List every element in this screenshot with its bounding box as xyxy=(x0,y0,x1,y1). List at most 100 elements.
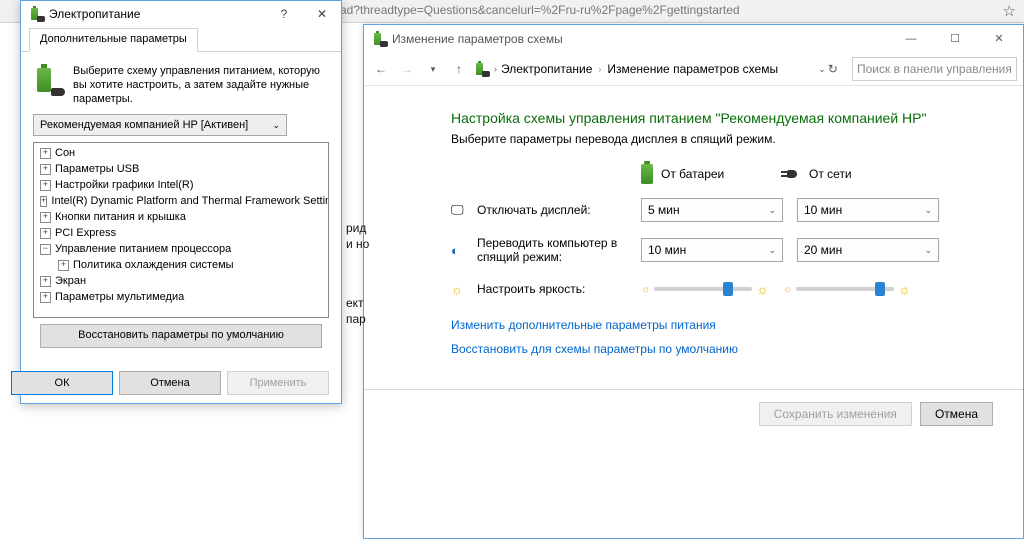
page-subheading: Выберите параметры перевода дисплея в сп… xyxy=(451,132,983,146)
select-value: 20 мин xyxy=(804,243,842,257)
dialog-footer: Сохранить изменения Отмена xyxy=(364,389,1023,438)
cancel-button[interactable]: Отмена xyxy=(920,402,993,426)
brightness-high-icon: ☼ xyxy=(898,281,911,297)
breadcrumb-power-options[interactable]: Электропитание xyxy=(501,62,592,76)
row-turn-off-display-label: Отключать дисплей: xyxy=(477,203,641,217)
tree-node-intel-graphics[interactable]: +Настройки графики Intel(R) xyxy=(36,177,326,193)
refresh-button[interactable]: ↻ xyxy=(828,62,838,76)
nav-history-button[interactable]: ▾ xyxy=(422,58,444,80)
explorer-navbar: ← → ▾ ↑ › Электропитание › Изменение пар… xyxy=(364,53,1023,86)
plug-icon xyxy=(781,168,801,180)
expand-icon[interactable]: + xyxy=(40,292,51,303)
expand-icon[interactable]: + xyxy=(40,196,47,207)
select-value: 10 мин xyxy=(804,203,842,217)
chevron-down-icon: ⌄ xyxy=(768,205,776,216)
tree-node-intel-dptf[interactable]: +Intel(R) Dynamic Platform and Thermal F… xyxy=(36,193,326,209)
save-changes-button: Сохранить изменения xyxy=(759,402,912,426)
display-icon: 🖵 xyxy=(451,202,471,218)
page-heading: Настройка схемы управления питанием "Рек… xyxy=(451,110,983,126)
select-value: Рекомендуемая компанией HP [Активен] xyxy=(40,119,248,131)
close-button[interactable]: ✕ xyxy=(977,25,1021,53)
close-button[interactable]: ✕ xyxy=(303,1,341,27)
chevron-down-icon: ⌄ xyxy=(924,205,932,216)
brightness-battery-slider[interactable]: ☼ ☼ xyxy=(641,278,769,300)
tree-node-display[interactable]: +Экран xyxy=(36,273,326,289)
expand-icon[interactable]: + xyxy=(40,148,51,159)
brightness-low-icon: ☼ xyxy=(783,284,792,295)
brightness-icon: ☼ xyxy=(451,282,471,297)
apply-button: Применить xyxy=(227,371,329,395)
chevron-right-icon: › xyxy=(598,64,601,74)
expand-icon[interactable]: + xyxy=(40,276,51,287)
chevron-down-icon: ⌄ xyxy=(272,120,280,131)
occluded-text: рид xyxy=(346,221,366,235)
brightness-high-icon: ☼ xyxy=(756,281,769,297)
window-titlebar[interactable]: Изменение параметров схемы — ☐ ✕ xyxy=(364,25,1023,53)
edit-plan-window: Изменение параметров схемы — ☐ ✕ ← → ▾ ↑… xyxy=(363,24,1024,539)
dialog-description: Выберите схему управления питанием, кото… xyxy=(73,64,329,106)
expand-icon[interactable]: + xyxy=(40,212,51,223)
expand-icon[interactable]: + xyxy=(40,228,51,239)
power-options-app-icon xyxy=(372,31,388,47)
nav-forward-button[interactable]: → xyxy=(396,58,418,80)
nav-back-button[interactable]: ← xyxy=(370,58,392,80)
tabstrip: Дополнительные параметры xyxy=(21,27,341,52)
window-title: Изменение параметров схемы xyxy=(392,32,889,46)
nav-up-button[interactable]: ↑ xyxy=(448,58,470,80)
brightness-low-icon: ☼ xyxy=(641,284,650,295)
sleep-icon: ◐ xyxy=(451,243,471,258)
restore-plan-defaults-button[interactable]: Восстановить параметры по умолчанию xyxy=(40,324,322,348)
dialog-titlebar[interactable]: Электропитание ? ✕ xyxy=(21,1,341,27)
select-value: 10 мин xyxy=(648,243,686,257)
tree-node-cooling-policy[interactable]: +Политика охлаждения системы xyxy=(36,257,326,273)
browser-url-fragment: ad?threadtype=Questions&cancelurl=%2Fru-… xyxy=(340,3,740,17)
change-advanced-link[interactable]: Изменить дополнительные параметры питани… xyxy=(451,318,983,332)
settings-tree[interactable]: +Сон +Параметры USB +Настройки графики I… xyxy=(33,142,329,318)
help-button[interactable]: ? xyxy=(265,1,303,27)
collapse-icon[interactable]: − xyxy=(40,244,51,255)
occluded-text: пар xyxy=(346,312,366,326)
restore-defaults-link[interactable]: Восстановить для схемы параметры по умол… xyxy=(451,342,983,356)
bookmark-star-icon[interactable]: ☆ xyxy=(1003,2,1016,20)
power-options-large-icon xyxy=(33,64,65,96)
breadcrumb-edit-plan[interactable]: Изменение параметров схемы xyxy=(607,62,778,76)
advanced-power-options-dialog: Электропитание ? ✕ Дополнительные параме… xyxy=(20,0,342,404)
tree-node-processor-power[interactable]: −Управление питанием процессора xyxy=(36,241,326,257)
expand-icon[interactable]: + xyxy=(40,164,51,175)
dialog-footer: ОК Отмена Применить xyxy=(21,371,341,395)
chevron-down-icon: ⌄ xyxy=(924,245,932,256)
address-dropdown-button[interactable]: ⌄ xyxy=(818,64,826,75)
expand-icon[interactable]: + xyxy=(58,260,69,271)
occluded-text: и но xyxy=(346,237,369,251)
tree-node-usb[interactable]: +Параметры USB xyxy=(36,161,326,177)
tree-node-multimedia[interactable]: +Параметры мультимедиа xyxy=(36,289,326,305)
chevron-down-icon: ⌄ xyxy=(768,245,776,256)
tab-advanced-settings[interactable]: Дополнительные параметры xyxy=(29,28,198,52)
ok-button[interactable]: ОК xyxy=(11,371,113,395)
cancel-button[interactable]: Отмена xyxy=(119,371,221,395)
power-options-app-icon xyxy=(29,6,45,22)
tree-node-sleep[interactable]: +Сон xyxy=(36,145,326,161)
column-ac-label: От сети xyxy=(809,167,852,181)
dialog-title: Электропитание xyxy=(49,7,265,21)
maximize-button[interactable]: ☐ xyxy=(933,25,977,53)
expand-icon[interactable]: + xyxy=(40,180,51,191)
sleep-ac-select[interactable]: 20 мин ⌄ xyxy=(797,238,939,262)
search-placeholder: Поиск в панели управления xyxy=(857,62,1012,76)
display-off-ac-select[interactable]: 10 мин ⌄ xyxy=(797,198,939,222)
power-options-app-icon xyxy=(474,61,490,77)
select-value: 5 мин xyxy=(648,203,680,217)
battery-icon xyxy=(641,164,653,184)
row-brightness-label: Настроить яркость: xyxy=(477,282,641,296)
tree-node-pci-express[interactable]: +PCI Express xyxy=(36,225,326,241)
row-sleep-label: Переводить компьютер в спящий режим: xyxy=(477,236,641,264)
occluded-text: ект xyxy=(346,296,364,310)
brightness-ac-slider[interactable]: ☼ ☼ xyxy=(783,278,911,300)
display-off-battery-select[interactable]: 5 мин ⌄ xyxy=(641,198,783,222)
tree-node-buttons-lid[interactable]: +Кнопки питания и крышка xyxy=(36,209,326,225)
sleep-battery-select[interactable]: 10 мин ⌄ xyxy=(641,238,783,262)
control-panel-search-input[interactable]: Поиск в панели управления xyxy=(852,57,1017,81)
column-battery-label: От батареи xyxy=(661,167,724,181)
minimize-button[interactable]: — xyxy=(889,25,933,53)
power-plan-select[interactable]: Рекомендуемая компанией HP [Активен] ⌄ xyxy=(33,114,287,136)
